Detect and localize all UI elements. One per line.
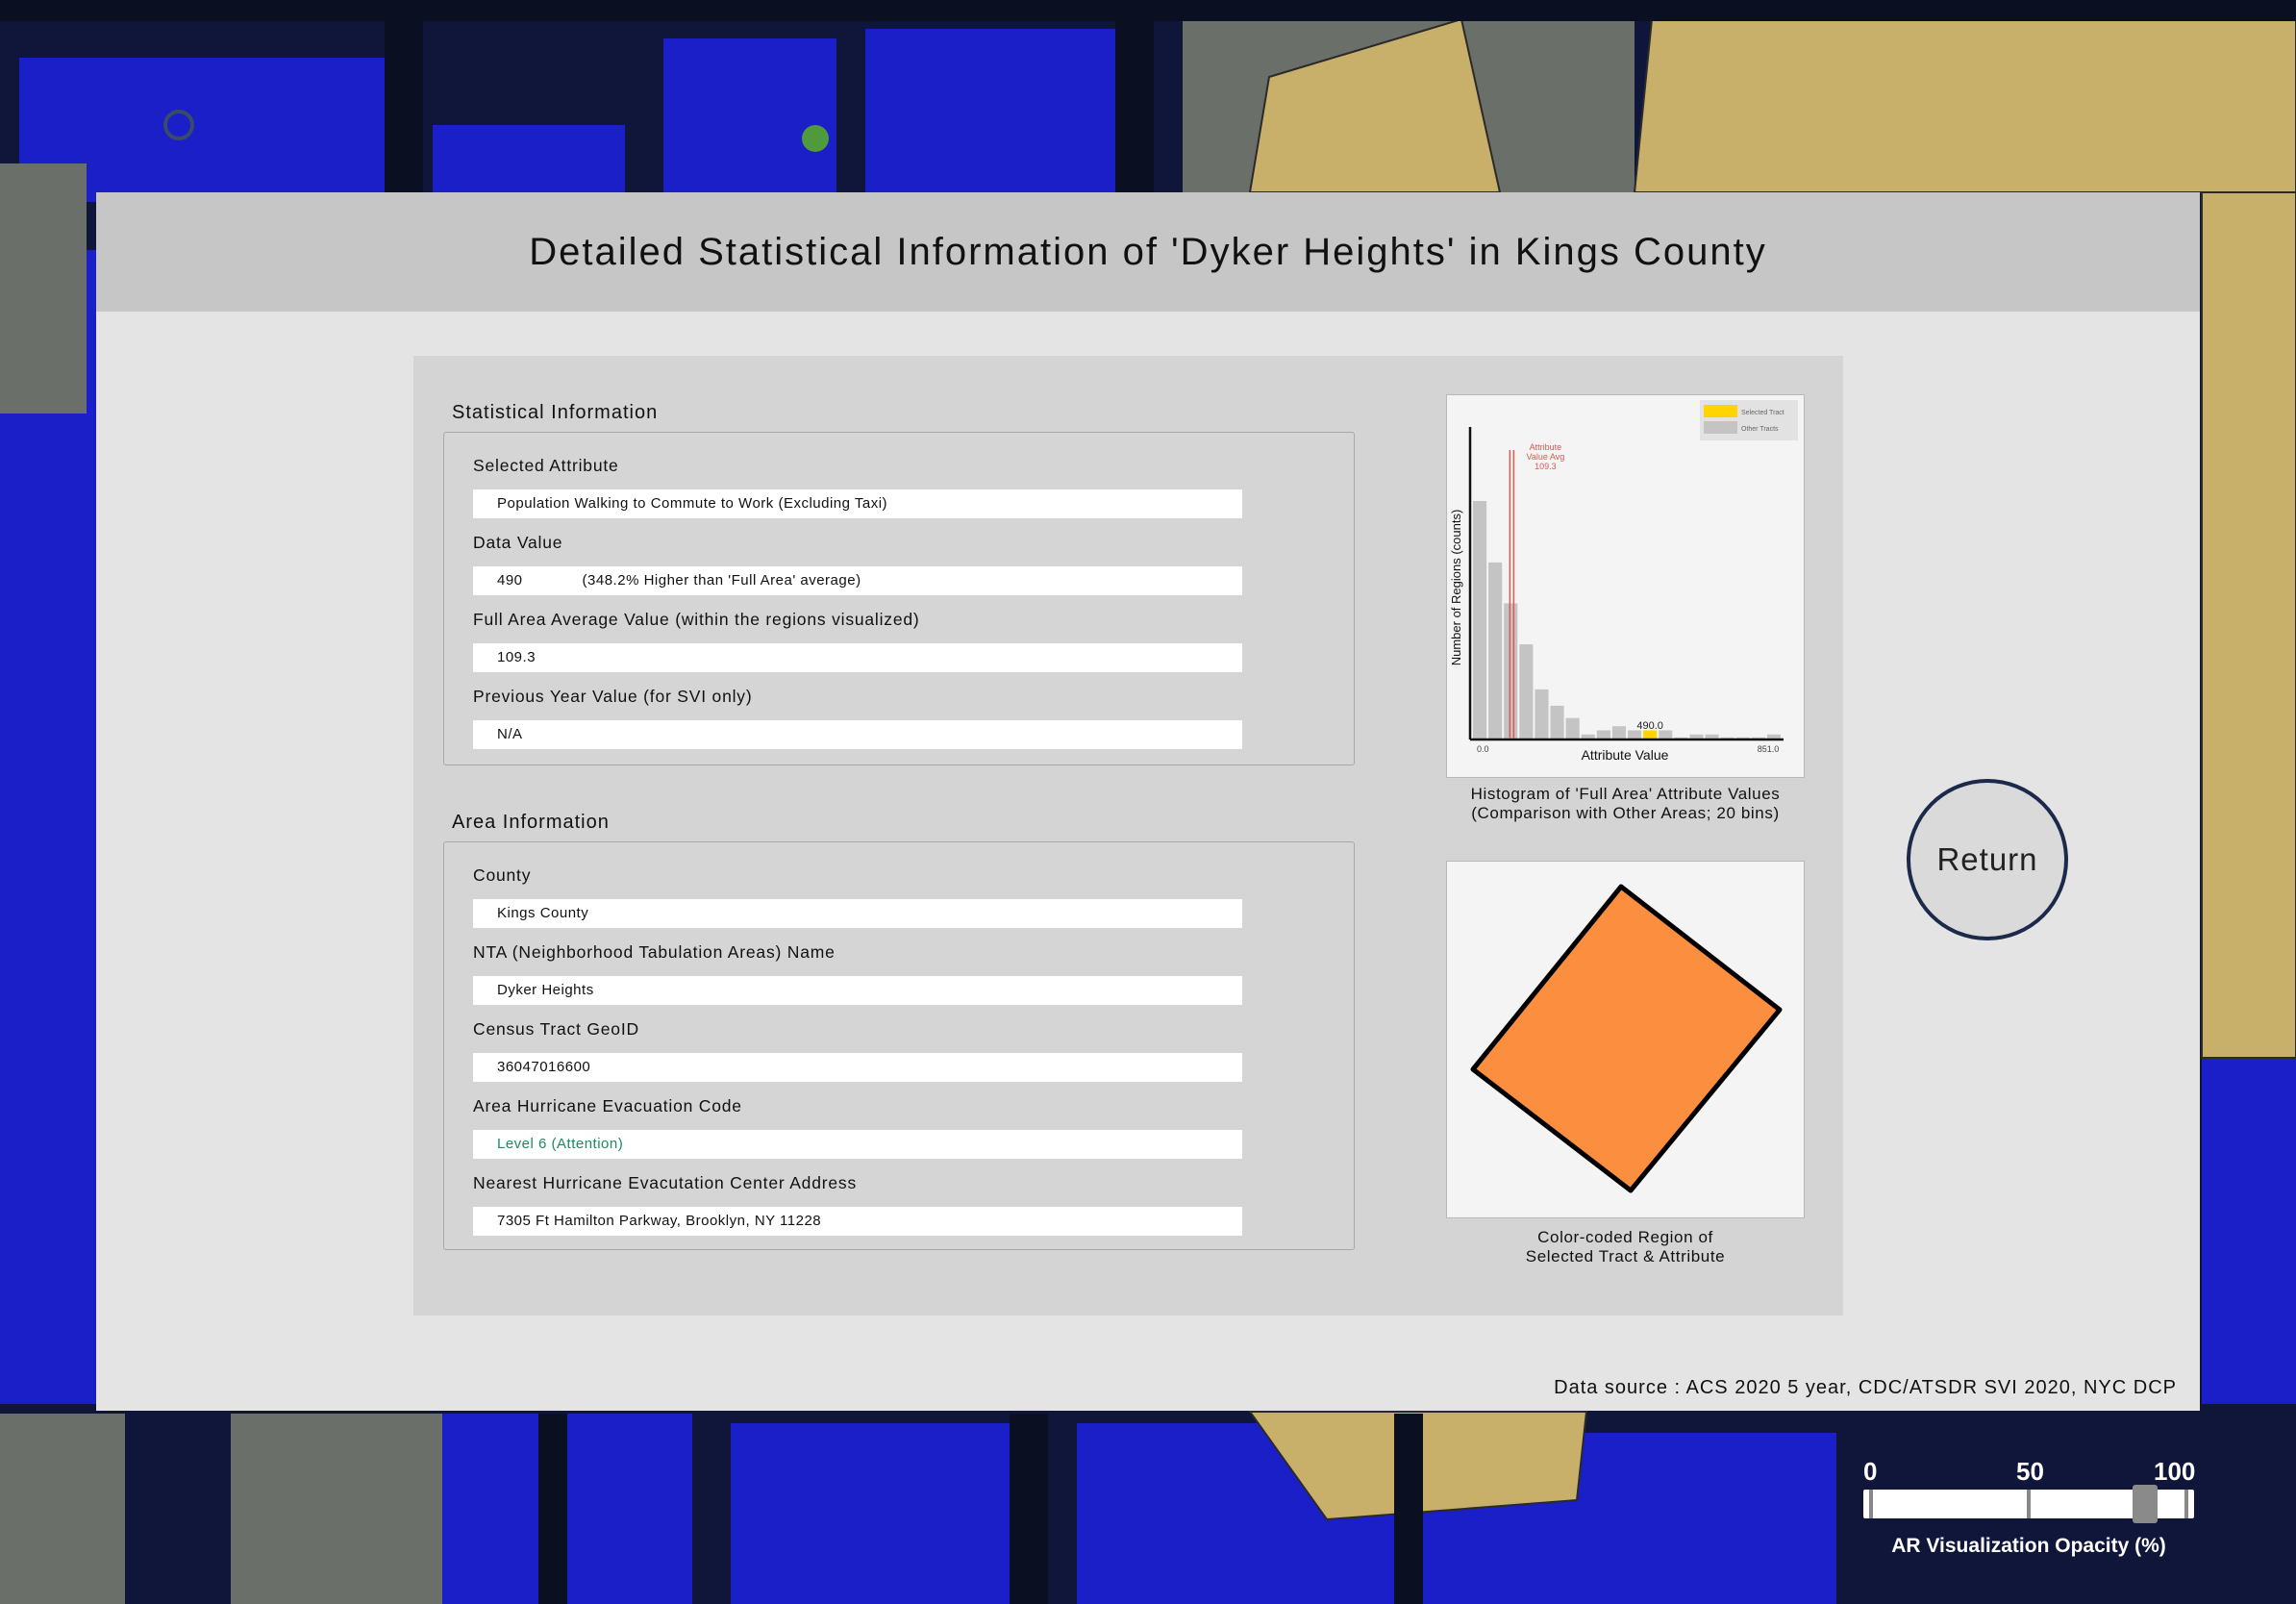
histogram-bar [1535, 689, 1549, 739]
slider-mark-50 [2027, 1490, 2031, 1518]
average-label: Attribute [1530, 442, 1562, 452]
x-tick-max: 851.0 [1758, 744, 1780, 754]
content-area: Statistical Information Selected Attribu… [413, 356, 1843, 1316]
histogram-bar [1473, 501, 1487, 739]
statistical-info-group: Selected Attribute Population Walking to… [443, 432, 1355, 765]
data-value-field[interactable]: 490 (348.2% Higher than 'Full Area' avera… [473, 566, 1242, 595]
histogram-bar [1565, 717, 1580, 739]
histogram-bar [1705, 734, 1719, 739]
county-label: County [473, 865, 532, 885]
histogram-bar [1596, 730, 1610, 739]
opacity-tick-50: 50 [2016, 1457, 2044, 1486]
nta-field[interactable]: Dyker Heights [473, 976, 1242, 1005]
evac-center-field[interactable]: 7305 Ft Hamilton Parkway, Brooklyn, NY 1… [473, 1207, 1242, 1236]
full-area-avg-field[interactable]: 109.3 [473, 643, 1242, 672]
region-caption: Color-coded Region of Selected Tract & A… [1446, 1228, 1805, 1266]
region-card [1446, 861, 1805, 1218]
selected-tract-polygon [1470, 884, 1783, 1193]
nta-label: NTA (Neighborhood Tabulation Areas) Name [473, 942, 836, 962]
region-shape [1470, 884, 1783, 1193]
y-axis-label: Number of Regions (counts) [1449, 510, 1463, 666]
selected-attribute-field[interactable]: Population Walking to Commute to Work (E… [473, 489, 1242, 518]
data-value-comparison: (348.2% Higher than 'Full Area' average) [582, 572, 861, 589]
histogram-caption-line1: Histogram of 'Full Area' Attribute Value… [1470, 785, 1781, 803]
histogram-bar [1689, 734, 1704, 739]
region-caption-line2: Selected Tract & Attribute [1525, 1247, 1726, 1266]
average-label: Value Avg [1527, 452, 1565, 462]
x-tick-min: 0.0 [1477, 744, 1489, 754]
histogram-bar [1519, 644, 1534, 739]
return-button[interactable]: Return [1907, 779, 2068, 940]
prev-year-label: Previous Year Value (for SVI only) [473, 687, 753, 706]
opacity-slider-track[interactable] [1863, 1485, 2194, 1523]
evac-code-field[interactable]: Level 6 (Attention) [473, 1130, 1242, 1159]
histogram-bar [1611, 726, 1626, 739]
selected-attribute-label: Selected Attribute [473, 456, 619, 475]
x-axis-label: Attribute Value [1582, 747, 1669, 763]
data-value: 490 [497, 572, 523, 589]
county-field[interactable]: Kings County [473, 899, 1242, 928]
evac-code-label: Area Hurricane Evacuation Code [473, 1096, 742, 1115]
area-info-title: Area Information [452, 812, 610, 833]
histogram-chart: AttributeValue Avg109.3 490.0 0.0 851.0 A… [1449, 400, 1798, 763]
legend-label-selected: Selected Tract [1741, 410, 1784, 416]
opacity-slider-label: AR Visualization Opacity (%) [1891, 1535, 2166, 1557]
opacity-tick-100: 100 [2154, 1457, 2196, 1486]
histogram-bar [1550, 705, 1564, 739]
data-value-label: Data Value [473, 533, 563, 552]
region-caption-line1: Color-coded Region of [1537, 1228, 1713, 1246]
legend-label-other: Other Tracts [1741, 426, 1779, 433]
slider-mark-0 [1869, 1490, 1873, 1518]
statistical-info-title: Statistical Information [452, 402, 659, 423]
panel-title: Detailed Statistical Information of 'Dyk… [529, 231, 1767, 273]
detail-panel: Detailed Statistical Information of 'Dyk… [96, 192, 2200, 1411]
full-area-avg-label: Full Area Average Value (within the regi… [473, 610, 920, 629]
geoid-field[interactable]: 36047016600 [473, 1053, 1242, 1082]
histogram-bar [1488, 562, 1503, 739]
data-source-note: Data source : ACS 2020 5 year, CDC/ATSDR… [1554, 1377, 2177, 1398]
panel-header: Detailed Statistical Information of 'Dyk… [96, 192, 2200, 312]
geoid-label: Census Tract GeoID [473, 1019, 639, 1039]
histogram-card: Attribute Value Avg 109.3 490.0 0.0 851.0 A… [1446, 394, 1805, 778]
histogram-bar [1766, 734, 1781, 739]
legend-swatch-other [1704, 421, 1737, 434]
opacity-tick-0: 0 [1863, 1457, 1878, 1486]
histogram-bar [1504, 603, 1518, 739]
histogram-caption: Histogram of 'Full Area' Attribute Value… [1446, 785, 1805, 823]
prev-year-field[interactable]: N/A [473, 720, 1242, 749]
evac-center-label: Nearest Hurricane Evacutation Center Add… [473, 1173, 857, 1192]
histogram-bar [1581, 734, 1595, 739]
average-label: 109.3 [1535, 462, 1557, 471]
histogram-caption-line2: (Comparison with Other Areas; 20 bins) [1471, 804, 1780, 822]
slider-mark-100 [2184, 1490, 2188, 1518]
area-info-group: County Kings County NTA (Neighborhood Ta… [443, 841, 1355, 1250]
selected-value-label: 490.0 [1636, 720, 1663, 732]
opacity-slider-thumb[interactable] [2133, 1485, 2159, 1523]
legend-swatch-selected [1704, 405, 1737, 417]
opacity-slider-widget: 0 50 100 AR Visualization Opacity (%) [1856, 1452, 2202, 1567]
